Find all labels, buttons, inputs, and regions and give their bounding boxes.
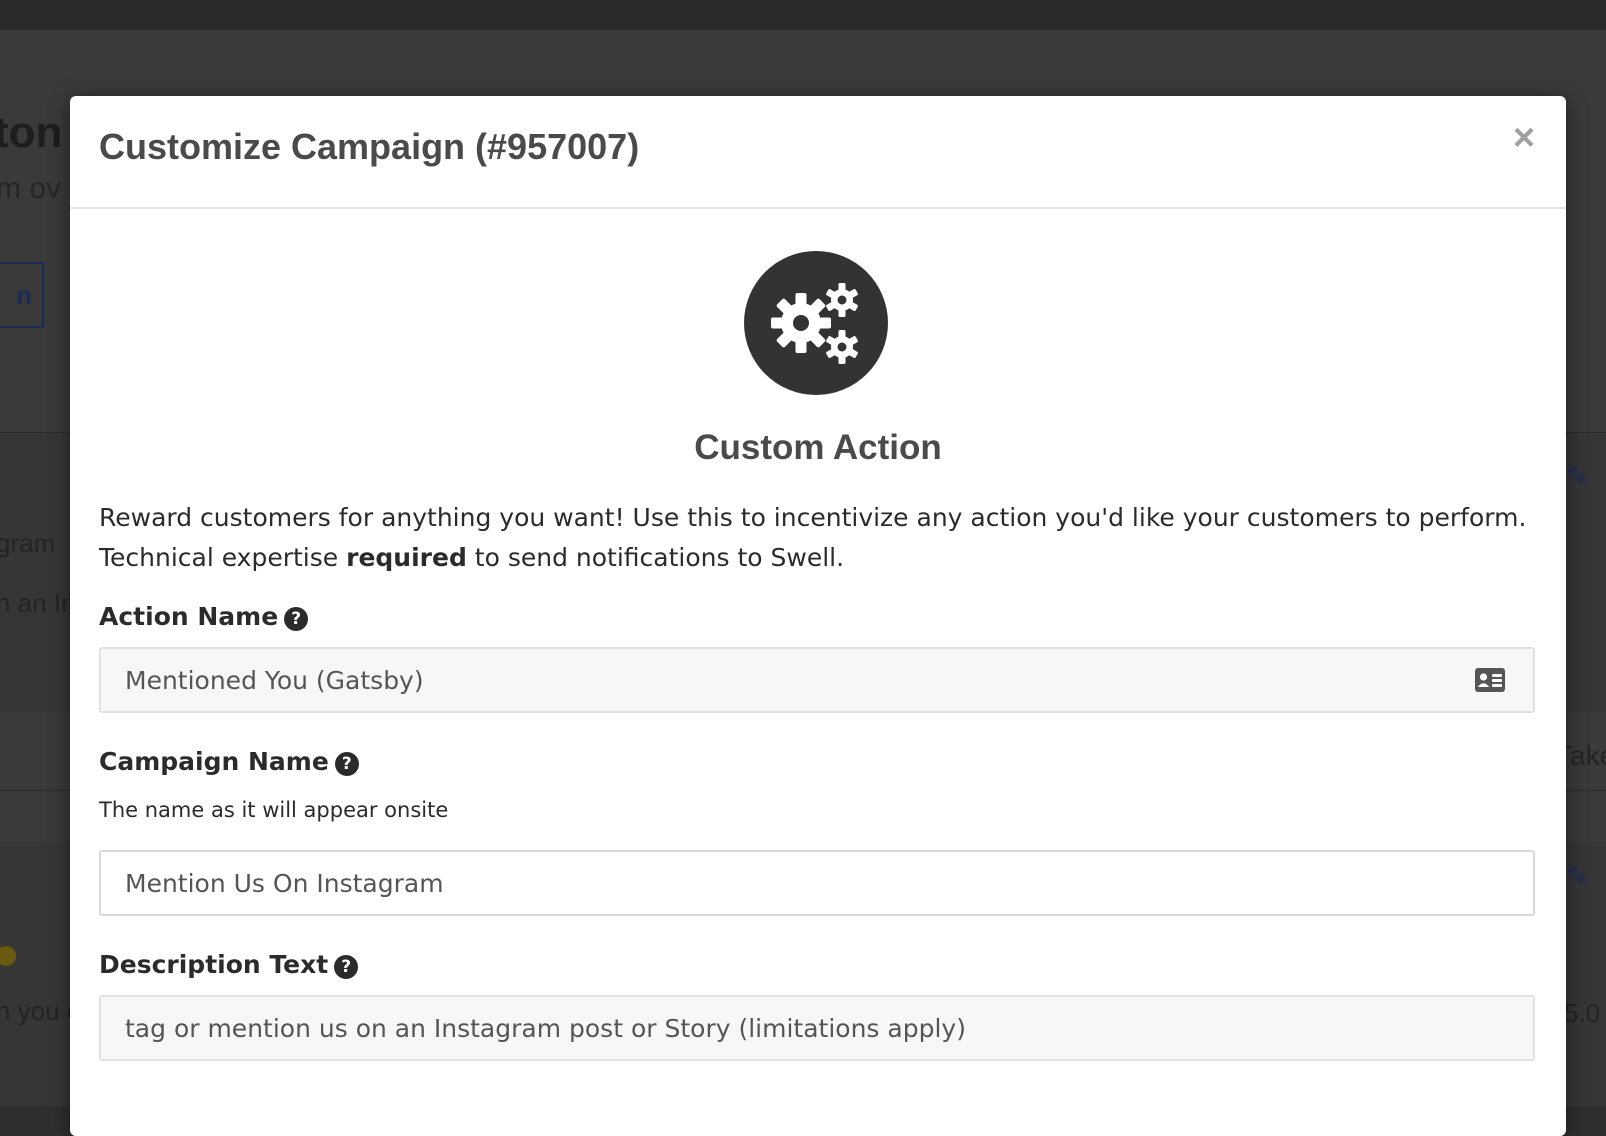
campaign-name-label-text: Campaign Name (99, 747, 329, 776)
background-page-subtitle: m ov (0, 172, 62, 205)
background-text: gram (0, 528, 56, 558)
id-card-icon (1474, 667, 1506, 697)
gears-icon (744, 251, 888, 395)
help-icon[interactable]: ? (334, 955, 359, 979)
pencil-icon: ✎ (1566, 860, 1590, 893)
background-text: 5.0 (1564, 998, 1601, 1028)
customize-campaign-modal: Customize Campaign (#957007) × Custom Ac… (70, 96, 1566, 1136)
intro-text-part: to send notifications to Swell. (466, 543, 845, 572)
background-text: n an In (0, 588, 76, 618)
help-icon[interactable]: ? (284, 607, 309, 631)
background-topbar (0, 0, 1606, 30)
action-name-label: Action Name? (99, 602, 309, 631)
modal-header: Customize Campaign (#957007) × (70, 96, 1566, 209)
help-icon[interactable]: ? (334, 752, 359, 776)
campaign-name-label: Campaign Name? (99, 747, 359, 776)
action-name-label-text: Action Name (99, 602, 279, 631)
campaign-name-hint: The name as it will appear onsite (99, 798, 449, 822)
background-text: n you c (0, 996, 80, 1026)
background-page-title: ton (0, 108, 63, 157)
intro-text: Reward customers for anything you want! … (99, 498, 1539, 578)
description-text-input[interactable] (99, 995, 1535, 1061)
custom-action-heading: Custom Action (694, 428, 942, 467)
description-text-label-text: Description Text (99, 950, 329, 979)
description-text-label: Description Text? (99, 950, 359, 979)
intro-text-emphasis: required (346, 543, 467, 572)
action-name-input[interactable] (99, 647, 1535, 713)
close-button[interactable]: × (1504, 118, 1544, 158)
modal-title: Customize Campaign (#957007) (99, 126, 640, 167)
background-button: n (0, 262, 44, 328)
campaign-name-input[interactable] (99, 850, 1535, 916)
pencil-icon: ✎ (1566, 460, 1590, 493)
